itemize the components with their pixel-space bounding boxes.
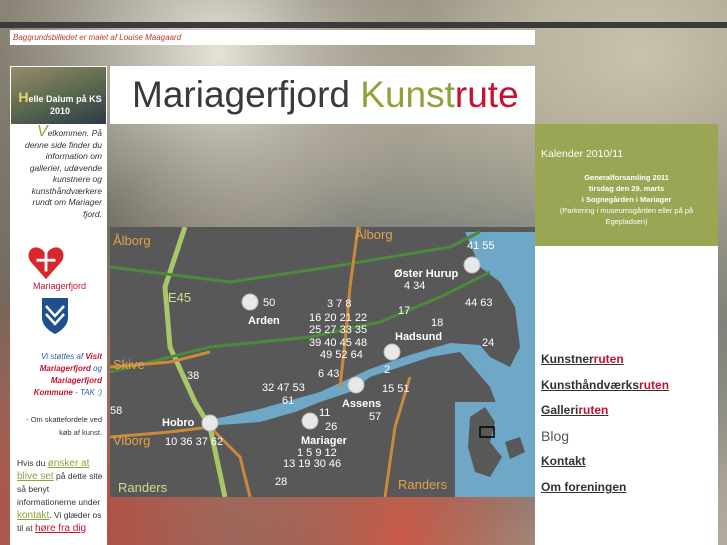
artist-numbers: 50 <box>263 297 275 309</box>
artist-numbers: 15 51 <box>382 383 410 395</box>
calendar-box: Kalender 2010/11 Generalforsamling 2011 … <box>535 124 718 246</box>
artist-numbers: 16 20 21 22 <box>309 312 367 324</box>
road-label: Ålborg <box>355 227 393 242</box>
logo-label: Mariagerfjord <box>32 281 87 291</box>
tax-link[interactable]: - Om skattefordele ved køb af kunst. <box>14 413 102 439</box>
artist-numbers: 2 <box>384 364 390 376</box>
site-title[interactable]: Mariagerfjord Kunstrute <box>132 74 519 116</box>
menu-blog[interactable]: Blog <box>541 428 569 444</box>
support-text: Vi støttes af Visit Mariagerfjord og Mar… <box>33 352 102 397</box>
town-label: Hadsund <box>395 331 442 343</box>
road-label: Ålborg <box>113 233 151 248</box>
artist-numbers: 13 19 30 46 <box>283 458 341 470</box>
artist-numbers: 6 43 <box>318 368 339 380</box>
town-marker[interactable] <box>347 376 365 394</box>
town-marker[interactable] <box>301 412 319 430</box>
profile-thumbnail[interactable]: Helle Dalum på KS 2010 <box>11 67 106 124</box>
artist-numbers: 11 <box>319 407 330 419</box>
artist-numbers: 58 <box>110 405 122 417</box>
town-marker[interactable] <box>201 414 219 432</box>
menu-kontakt[interactable]: Kontakt <box>541 454 586 468</box>
town-label: Arden <box>248 315 280 327</box>
artist-numbers: 25 27 33 35 <box>309 324 367 336</box>
town-marker[interactable] <box>383 343 401 361</box>
main-menu: Kunstnerruten Kunsthåndværksruten Galler… <box>535 246 718 545</box>
artist-numbers: 61 <box>282 395 294 407</box>
artist-numbers: 57 <box>369 411 381 423</box>
contact-link[interactable]: kontakt <box>17 510 49 521</box>
calendar-event: Generalforsamling 2011 tirsdag den 29. m… <box>559 173 694 226</box>
artist-numbers: 41 55 <box>467 240 495 252</box>
road-label: Skive <box>113 357 145 372</box>
artist-numbers: 3 7 8 <box>327 298 351 310</box>
road-label: E45 <box>168 290 191 305</box>
town-label: Øster Hurup <box>394 268 458 280</box>
artist-numbers: 32 47 53 <box>262 382 305 394</box>
artist-numbers: 4 34 <box>404 280 425 292</box>
artist-numbers: 26 <box>325 421 337 433</box>
artist-numbers: 18 <box>431 317 443 329</box>
town-label: Mariager <box>301 435 348 447</box>
background-credit: Baggrundsbilledet er malet af Louise Maa… <box>10 30 535 45</box>
menu-kunsthaandvaerksruten[interactable]: Kunsthåndværksruten <box>541 378 669 392</box>
menu-om-foreningen[interactable]: Om foreningen <box>541 480 626 494</box>
welcome-text: Velkommen. På denne side finder du infor… <box>24 123 102 219</box>
left-sidebar: Helle Dalum på KS 2010 Velkommen. På den… <box>10 66 107 545</box>
profile-caption[interactable]: Helle Dalum på KS 2010 <box>17 90 103 117</box>
road-label: Randers <box>398 477 448 492</box>
map-svg: Ålborg Ålborg E45 Skive Viborg Randers R… <box>109 226 535 498</box>
artist-numbers: 28 <box>275 476 287 488</box>
menu-galleriruten[interactable]: Galleriruten <box>541 403 608 417</box>
hear-from-you-link[interactable]: høre fra dig <box>35 523 86 534</box>
artist-numbers: 44 63 <box>465 297 493 309</box>
municipality-shield-icon[interactable] <box>40 296 70 336</box>
artist-numbers: 39 40 45 48 <box>309 337 367 349</box>
town-marker[interactable] <box>463 256 481 274</box>
road-label: Randers <box>118 480 168 495</box>
interest-text: Hvis du ønsker at blive set på dette sit… <box>17 458 103 534</box>
artist-numbers: 38 <box>187 370 199 382</box>
site-header: Mariagerfjord Kunstrute <box>110 66 535 124</box>
artist-numbers: 24 <box>482 337 494 349</box>
calendar-title[interactable]: Kalender 2010/11 <box>541 148 623 160</box>
town-label: Assens <box>342 398 381 410</box>
road-label: Viborg <box>113 433 150 448</box>
route-map[interactable]: Ålborg Ålborg E45 Skive Viborg Randers R… <box>109 226 535 498</box>
menu-kunstnerruten[interactable]: Kunstnerruten <box>541 352 624 366</box>
artist-numbers: 10 36 37 62 <box>165 436 223 448</box>
town-label: Hobro <box>162 417 195 429</box>
artist-numbers: 49 52 64 <box>320 349 363 361</box>
top-bar <box>0 22 727 28</box>
town-marker[interactable] <box>241 293 259 311</box>
artist-numbers: 17 <box>398 305 410 317</box>
heart-logo-icon[interactable] <box>27 245 65 281</box>
